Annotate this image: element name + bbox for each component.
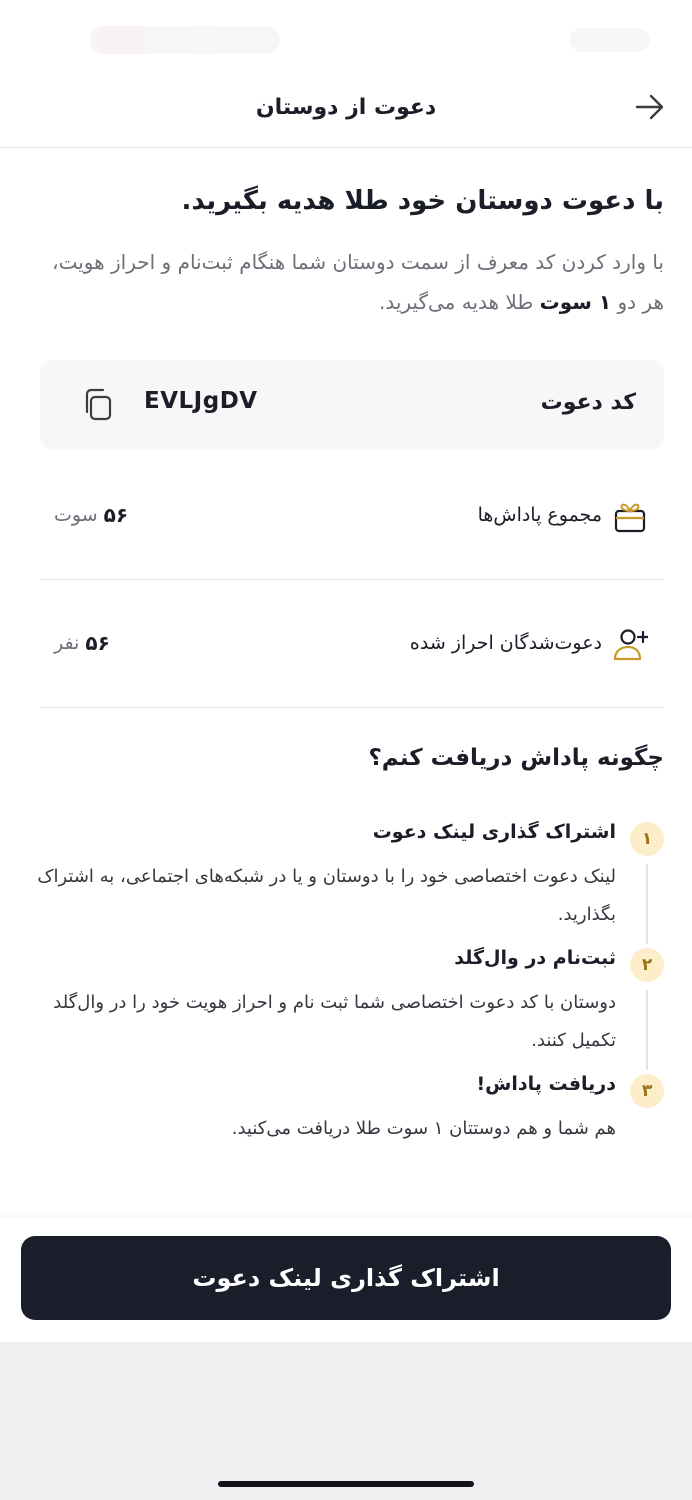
rewards-unit: سوت [54, 504, 98, 526]
invitees-value: ۵۶ نفر [54, 628, 110, 658]
invitees-unit: نفر [54, 632, 80, 654]
rewards-stat-row: مجموع پاداش‌ها ۵۶ سوت [40, 452, 664, 580]
rewards-label: مجموع پاداش‌ها [477, 504, 602, 526]
footer-separator [0, 1212, 692, 1218]
step-number-badge: ۱ [630, 822, 664, 856]
bottom-safe-area [0, 1342, 692, 1500]
add-user-icon [613, 629, 648, 661]
status-bar [0, 0, 692, 78]
copy-button[interactable] [76, 382, 120, 426]
intro-description-bold: ۱ سوت [539, 290, 612, 314]
invite-code-card: کد دعوت EVLJgDV [40, 360, 664, 450]
step-description: لینک دعوت اختصاصی خود را با دوستان و یا … [37, 866, 616, 925]
invite-code-label: کد دعوت [540, 390, 636, 415]
step-title: ثبت‌نام در وال‌گلد [454, 947, 616, 969]
step-description: دوستان با کد دعوت اختصاصی شما ثبت نام و … [53, 992, 616, 1051]
share-invite-link-button[interactable]: اشتراک گذاری لینک دعوت [21, 1236, 671, 1320]
header: دعوت از دوستان [0, 78, 692, 148]
invitees-amount: ۵۶ [85, 631, 110, 655]
copy-icon [85, 388, 112, 421]
arrow-right-icon [635, 94, 664, 120]
intro-description: با وارد کردن کد معرف از سمت دوستان شما ه… [28, 242, 664, 322]
invite-code-value[interactable]: EVLJgDV [144, 384, 258, 418]
gift-icon [614, 503, 646, 533]
step-connector-line [646, 990, 648, 1070]
rewards-amount: ۵۶ [103, 503, 129, 527]
step-title: اشتراک گذاری لینک دعوت [372, 821, 616, 843]
page-title: دعوت از دوستان [255, 95, 437, 120]
step-3: ۳ دریافت پاداش! هم شما و هم دوستتان ۱ سو… [28, 1068, 664, 1158]
back-button[interactable] [630, 90, 670, 124]
how-to-title: چگونه پاداش دریافت کنم؟ [368, 745, 664, 771]
intro-description-part2: طلا هدیه می‌گیرید. [378, 290, 534, 314]
invitees-stat-row: دعوت‌شدگان احراز شده ۵۶ نفر [40, 580, 664, 708]
step-number-badge: ۳ [630, 1074, 664, 1108]
step-number-badge: ۲ [630, 948, 664, 982]
step-connector-line [646, 864, 648, 944]
step-2: ۲ ثبت‌نام در وال‌گلد دوستان با کد دعوت ا… [28, 942, 664, 1072]
step-description: هم شما و هم دوستتان ۱ سوت طلا دریافت می‌… [231, 1118, 616, 1139]
step-title: دریافت پاداش! [476, 1073, 616, 1095]
status-bar-blurred-icons [570, 28, 650, 52]
invitees-label: دعوت‌شدگان احراز شده [409, 632, 602, 654]
intro-title: با دعوت دوستان خود طلا هدیه بگیرید. [181, 186, 664, 216]
rewards-value: ۵۶ سوت [54, 500, 128, 530]
home-indicator [218, 1481, 474, 1487]
step-1: ۱ اشتراک گذاری لینک دعوت لینک دعوت اختصا… [28, 816, 664, 950]
status-bar-blurred-info [90, 26, 280, 54]
